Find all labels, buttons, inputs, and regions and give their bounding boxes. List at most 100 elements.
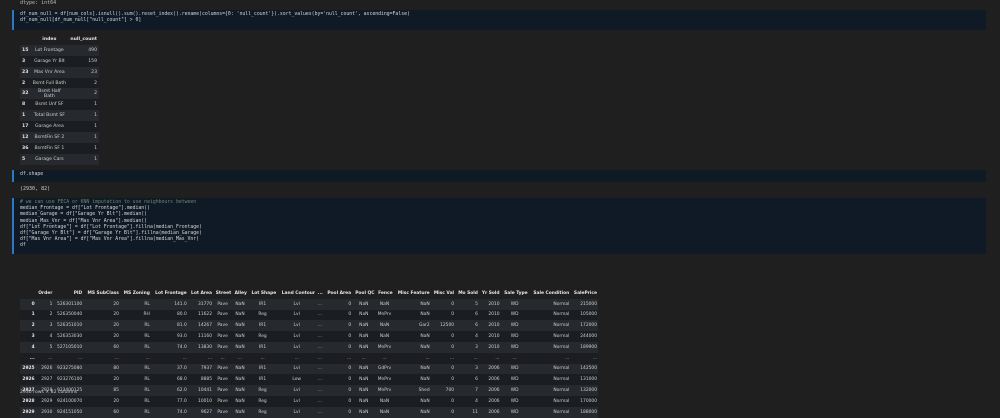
table-cell: IR1 (247, 341, 278, 353)
table-cell: NaN (352, 363, 376, 375)
column-header: ... (317, 290, 323, 296)
table-cell: ... (393, 352, 431, 364)
table-cell: Lvl (277, 363, 317, 375)
table-row: 36 BsmtFin SF 11 (20, 142, 99, 154)
table-cell: 1 (35, 298, 54, 310)
table-cell: Lot Frontage (30, 44, 69, 56)
table-cell: 3 (455, 341, 479, 353)
code-line: df_num_null = df[num_cols].isnull().sum(… (20, 12, 410, 17)
table-cell: WD (500, 341, 529, 353)
table-cell: 0 (323, 341, 353, 353)
table-cell: NaN (232, 341, 248, 353)
table-cell: 700 (430, 385, 456, 396)
table-cell: Lvl (277, 309, 317, 321)
table-cell: 924151050 (53, 406, 84, 418)
table-row: 23 Mas Vnr Area 23 (20, 66, 99, 78)
table-cell: ... (232, 352, 248, 364)
code-editor[interactable]: df_num_null = df[num_cols].isnull().sum(… (14, 10, 986, 26)
row-index: 1 (20, 110, 31, 122)
row-index: 3 (20, 55, 31, 67)
table-cell: 188000 (570, 406, 598, 418)
table-cell: 2006 (478, 406, 501, 418)
table-cell: Lvl (277, 406, 317, 418)
code-editor[interactable]: # we can use FECA or KNN imputation to u… (14, 198, 986, 252)
table-cell: 2927 (35, 374, 54, 386)
table-cell: 12500 (430, 320, 456, 332)
table-cell: 159 (68, 55, 99, 67)
table-cell: RL (119, 341, 151, 353)
table-cell: RL (119, 385, 151, 396)
table-cell: 1 (68, 110, 99, 122)
table-cell: MnPrv (375, 374, 394, 386)
table-cell: 2010 (478, 331, 501, 342)
table-cell: ... (500, 352, 529, 364)
table-cell: Reg (247, 309, 278, 321)
table-cell: 526353030 (53, 331, 84, 342)
table-cell: ... (430, 352, 456, 364)
table-cell: Mas Vnr Area (30, 66, 69, 78)
column-header: Land Contour (281, 290, 316, 296)
table-cell: MnPrv (375, 309, 394, 321)
null-count-table: index null_count 15 Lot Frontage 490 3 Garag… (20, 34, 99, 165)
column-header: Sale Condition (533, 290, 570, 296)
table-cell: 20 (83, 298, 120, 310)
table-cell: 10441 (187, 385, 213, 396)
table-cell: ... (316, 363, 324, 375)
table-cell: Gar2 (393, 320, 431, 332)
table-cell: 85 (83, 385, 120, 396)
table-cell: NaN (352, 395, 376, 407)
code-editor[interactable]: df.shape (14, 170, 986, 180)
table-cell: 37.0 (150, 363, 188, 375)
table-cell: 0 (430, 395, 456, 407)
column-header: Misc Val (433, 290, 455, 296)
table-cell: Pave (213, 363, 233, 375)
table-cell: Normal (528, 309, 571, 321)
table-cell: 0 (430, 363, 456, 375)
table-cell: NaN (352, 406, 376, 418)
code-line: df (20, 243, 26, 249)
table-row: 3 4 526353030 20 RL 93.0 11160 Pave NaN Reg Lvl...… (20, 331, 598, 342)
table-cell: 141.0 (150, 298, 188, 310)
code-line: median_Frontage = df["Lot Frontage"].med… (20, 206, 150, 212)
row-index: 2928 (20, 395, 36, 407)
table-cell: 490 (68, 44, 99, 56)
table-cell: 3 (35, 320, 54, 332)
table-cell: NaN (352, 309, 376, 321)
table-cell: ... (316, 374, 324, 386)
column-header: Mo Sold (458, 290, 478, 296)
row-index: 15 (20, 44, 31, 56)
table-cell: 14267 (187, 320, 213, 332)
table-cell: NaN (393, 341, 431, 353)
table-cell: RL (119, 406, 151, 418)
table-cell: 1 (68, 142, 99, 154)
column-header: Order (38, 290, 53, 296)
table-cell: ... (53, 352, 84, 364)
table-cell: 62.0 (150, 385, 188, 396)
table-cell: Normal (528, 331, 571, 342)
table-cell: 0 (430, 406, 456, 418)
table-cell: WD (500, 406, 529, 418)
column-header: Alley (234, 290, 247, 296)
column-header (20, 34, 30, 45)
table-cell: 923275080 (53, 363, 84, 375)
table-cell: RL (119, 320, 151, 332)
table-cell: IR1 (247, 298, 278, 310)
previous-output-dtype: dtype: int64 (20, 0, 57, 6)
code-cell-null-count[interactable]: df_num_null = df[num_cols].isnull().sum(… (12, 10, 986, 30)
column-header (20, 288, 36, 299)
table-cell: Lvl (277, 341, 317, 353)
code-cell-imputation[interactable]: # we can use FECA or KNN imputation to u… (12, 198, 986, 254)
table-cell: 60 (83, 406, 120, 418)
code-cell-shape[interactable]: df.shape (12, 170, 986, 182)
shape-output: (2930, 82) (20, 186, 51, 192)
table-cell: 74.0 (150, 406, 188, 418)
table-cell: 0 (323, 363, 353, 375)
table-cell: WD (500, 309, 529, 321)
table-cell: Lvl (277, 298, 317, 310)
table-cell: RL (119, 298, 151, 310)
table-cell: NaN (375, 298, 394, 310)
table-cell: ... (316, 320, 324, 332)
table-cell: 2010 (478, 298, 501, 310)
table-cell: 244000 (570, 331, 598, 342)
table-cell: 189900 (570, 341, 598, 353)
